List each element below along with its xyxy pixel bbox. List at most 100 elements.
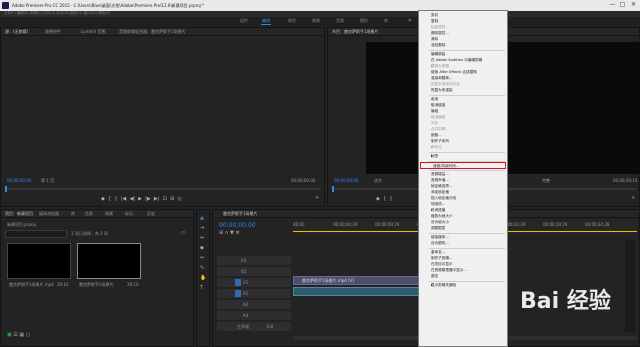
program-fit-dropdown[interactable]: 适合: [374, 178, 382, 183]
workspace-tab-effects[interactable]: 效果: [312, 18, 320, 23]
menu-item-4[interactable]: 清除: [419, 37, 507, 42]
project-item-thumbnail-2[interactable]: [77, 243, 141, 279]
program-quality-dropdown[interactable]: 完整: [542, 178, 550, 183]
program-add-button-icon[interactable]: +: [631, 195, 635, 201]
timeline-timecode[interactable]: 00;00;00;00: [219, 222, 256, 229]
tab-media-browser[interactable]: 媒体浏览器: [39, 211, 59, 216]
tab-history[interactable]: 历史: [147, 211, 155, 216]
folder-icon[interactable]: ▭: [181, 230, 186, 236]
workspace-tab-color[interactable]: 颜色: [288, 18, 296, 23]
track-header-v2[interactable]: V2: [217, 267, 291, 276]
menu-item-49[interactable]: 显示剪辑关键帧 ▸: [419, 283, 507, 288]
menu-item-27[interactable]: 速度/持续时间...: [420, 162, 506, 169]
menu-item-30[interactable]: 音频声道...: [419, 178, 507, 183]
type-tool-icon[interactable]: T: [200, 285, 203, 291]
project-item-thumbnail-1[interactable]: [7, 243, 71, 279]
program-panel-title[interactable]: 节目：雷克萨斯手1场景片: [332, 29, 379, 34]
tab-lumetri-scopes[interactable]: Lumetri 范围: [81, 29, 106, 34]
menu-item-36[interactable]: 缩放为帧大小: [419, 214, 507, 219]
source-scrub-bar[interactable]: [5, 188, 321, 190]
workspace-tab-libraries[interactable]: 库: [384, 18, 388, 23]
menu-item-13[interactable]: 恢复为未渲染: [419, 88, 507, 93]
menu-item-46[interactable]: 在资源管理器中显示...: [419, 268, 507, 273]
timeline-toolbar-icons[interactable]: ⊞ ∩ ▼ ⚙: [219, 230, 240, 236]
source-playhead-icon[interactable]: [5, 186, 7, 192]
menu-item-40[interactable]: 链接媒体...: [419, 235, 507, 240]
menu-item-41[interactable]: 设为脱机...: [419, 241, 507, 246]
menu-item-10[interactable]: 使用 After Effects 合成替换: [419, 70, 507, 75]
project-item-name-2[interactable]: 雷克萨斯手1场景片: [79, 282, 114, 287]
menu-item-32[interactable]: 添加帧定格: [419, 190, 507, 195]
track-target-v1[interactable]: [235, 279, 241, 286]
menu-item-25[interactable]: 标签 ▸: [419, 154, 507, 159]
project-item-name-1[interactable]: 雷克萨斯手1场景片.mp4: [9, 282, 54, 287]
menu-item-0[interactable]: 剪切: [419, 13, 507, 18]
project-footer-controls[interactable]: ▣ ☰ ▦ ○: [7, 332, 30, 338]
menu-item-45[interactable]: 在项目中显示: [419, 262, 507, 267]
tab-project[interactable]: 项目：新建项目: [5, 211, 33, 216]
workspace-tab-graphics[interactable]: 图形: [360, 18, 368, 23]
menu-item-35[interactable]: 时间插值 ▸: [419, 208, 507, 213]
menu-item-43[interactable]: 重命名...: [419, 250, 507, 255]
tab-info[interactable]: 信息: [85, 211, 93, 216]
menu-item-37[interactable]: 设为帧大小: [419, 220, 507, 225]
menu-item-label: 制作子剪辑...: [431, 256, 453, 260]
tab-audio-clip-mixer[interactable]: 音频剪辑混合器：雷克萨斯手1场景片: [119, 29, 186, 34]
master-volume-value[interactable]: 0.0: [267, 324, 273, 329]
maximize-button[interactable]: □: [618, 1, 627, 9]
workspace-tab-editing[interactable]: 编辑: [262, 18, 270, 23]
menubar-text[interactable]: 文件(F) 编辑(E) 剪辑(C) 序列(S) 标记(M) 图形(G) 窗口(W…: [4, 11, 110, 16]
menu-item-29[interactable]: 音频增益...: [419, 172, 507, 177]
menu-item-44[interactable]: 制作子剪辑...: [419, 256, 507, 261]
menu-item-1[interactable]: 复制: [419, 19, 507, 24]
source-timecode[interactable]: 00;00;00;00: [7, 178, 31, 183]
track-header-master[interactable]: 主声道 0.0: [217, 322, 291, 331]
source-transport-controls[interactable]: ◆ { } |◀ ◀| ▶ |▶ ▶| ⊡ ⊞ ◎: [101, 196, 182, 202]
tab-effect-controls[interactable]: 效果控件: [45, 29, 61, 34]
program-playhead-icon[interactable]: [332, 186, 334, 192]
menu-item-38[interactable]: 调整图层: [419, 226, 507, 231]
track-select-tool-icon[interactable]: ⇥: [200, 225, 204, 231]
track-target-a1[interactable]: [235, 290, 241, 297]
menu-item-5[interactable]: 波纹删除: [419, 43, 507, 48]
track-header-a3[interactable]: A3: [217, 311, 291, 320]
menu-item-47[interactable]: 属性: [419, 274, 507, 279]
program-transport-controls[interactable]: ◆ { }: [376, 196, 393, 202]
track-header-v1[interactable]: V1: [217, 278, 291, 287]
track-header-a1[interactable]: A1: [217, 289, 291, 298]
slip-tool-icon[interactable]: ↔: [200, 255, 204, 261]
tab-effects[interactable]: 效果: [105, 211, 113, 216]
timeline-sequence-tab[interactable]: 雷克萨斯手1场景片: [223, 211, 258, 216]
source-add-button-icon[interactable]: +: [315, 195, 319, 201]
menu-item-11[interactable]: 渲染和替换...: [419, 76, 507, 81]
source-page-indicator[interactable]: 第 1 页: [41, 178, 54, 183]
menu-item-17[interactable]: 编组: [419, 109, 507, 114]
selection-tool-icon[interactable]: ▲: [200, 215, 204, 221]
menu-item-34[interactable]: 场选项...: [419, 202, 507, 207]
track-header-a2[interactable]: A2: [217, 300, 291, 309]
menu-item-21[interactable]: 嵌套...: [419, 133, 507, 138]
menu-item-15[interactable]: 启用 ✓: [419, 97, 507, 102]
pen-tool-icon[interactable]: ✎: [200, 265, 204, 271]
workspace-tab-assembly[interactable]: 组件: [240, 18, 248, 23]
hand-tool-icon[interactable]: ✋: [200, 275, 206, 281]
minimize-button[interactable]: —: [608, 1, 617, 9]
workspace-more-icon[interactable]: »: [408, 18, 412, 24]
tab-source[interactable]: 源：(无剪辑): [5, 29, 28, 34]
tab-markers[interactable]: 标记: [125, 211, 133, 216]
project-search-input[interactable]: [5, 230, 67, 238]
program-timecode[interactable]: 00;00;00;00: [334, 178, 358, 183]
razor-tool-icon[interactable]: ◆: [200, 245, 204, 251]
tab-libraries[interactable]: 库: [71, 211, 75, 216]
track-header-v3[interactable]: V3: [217, 256, 291, 265]
menu-item-16[interactable]: 取消链接: [419, 103, 507, 108]
menu-item-22[interactable]: 制作子序列: [419, 139, 507, 144]
close-button[interactable]: ✕: [629, 1, 638, 9]
workspace-tab-audio[interactable]: 音频: [336, 18, 344, 23]
menu-item-31[interactable]: 帧定格选项...: [419, 184, 507, 189]
menu-item-3[interactable]: 删除属性...: [419, 31, 507, 36]
ripple-edit-tool-icon[interactable]: ⇔: [200, 235, 204, 241]
menu-item-8[interactable]: 在 Adobe Audition 中编辑剪辑: [419, 58, 507, 63]
menu-item-33[interactable]: 插入帧定格分段: [419, 196, 507, 201]
menu-item-7[interactable]: 编辑原始: [419, 52, 507, 57]
